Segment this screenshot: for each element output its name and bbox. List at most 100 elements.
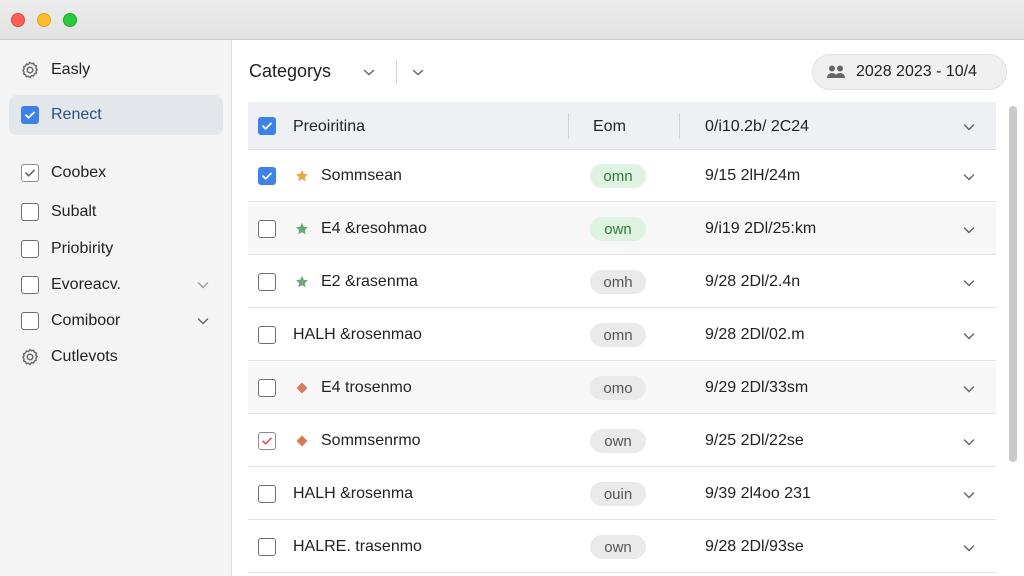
chevron-down-icon[interactable]: [961, 381, 977, 397]
minimize-window-button[interactable]: [37, 13, 51, 27]
row-date: 9/28 2Dl/2.4n: [705, 273, 801, 290]
row-checkbox[interactable]: [258, 167, 276, 185]
table-header-row: Preoiritina Eom 0/i10.2b/ 2C24: [248, 102, 996, 150]
close-window-button[interactable]: [11, 13, 25, 27]
chevron-down-icon[interactable]: [410, 64, 426, 80]
status-badge: omo: [590, 376, 646, 400]
sidebar-item-comiboor[interactable]: Comiboor: [9, 301, 223, 341]
zoom-window-button[interactable]: [63, 13, 77, 27]
row-name: E4 trosenmo: [321, 379, 412, 396]
row-date: 9/15 2lH/24m: [705, 167, 801, 184]
status-badge: ouin: [590, 482, 646, 506]
chevron-down-icon[interactable]: [961, 119, 977, 135]
chevron-down-icon[interactable]: [961, 275, 977, 291]
app-window: Easly Renect Coobex Subalt Priobirity Ev…: [0, 0, 1024, 576]
checkbox-checked-icon: [20, 105, 40, 125]
row-date: 9/25 2Dl/22se: [705, 432, 804, 449]
star-icon: [296, 276, 308, 288]
status-badge: omn: [590, 323, 646, 347]
column-header-type[interactable]: Eom: [593, 118, 626, 136]
sidebar-item-label: Evoreacv.: [51, 276, 121, 293]
status-badge: own: [590, 535, 646, 559]
select-all-checkbox[interactable]: [258, 117, 276, 135]
row-checkbox[interactable]: [258, 538, 276, 556]
table-row[interactable]: E4 trosenmo omo 9/29 2Dl/33sm: [248, 362, 996, 414]
title-bar: [0, 0, 1024, 40]
row-name: Sommsean: [321, 167, 402, 184]
sidebar-item-evoreacv[interactable]: Evoreacv.: [9, 265, 223, 305]
sidebar-item-label: Priobirity: [51, 240, 114, 257]
sidebar-item-label: Subalt: [51, 203, 97, 220]
chevron-down-icon[interactable]: [961, 487, 977, 503]
date-range-button[interactable]: 2028 2023 - 10/4: [812, 54, 1007, 90]
column-divider: [679, 113, 680, 139]
row-name: Sommsenrmo: [321, 432, 421, 449]
table-row[interactable]: E2 &rasenma omh 9/28 2Dl/2.4n: [248, 256, 996, 308]
chevron-down-icon[interactable]: [195, 277, 211, 293]
status-badge: own: [590, 217, 646, 241]
row-date: 9/28 2Dl/93se: [705, 538, 804, 555]
row-checkbox[interactable]: [258, 485, 276, 503]
row-name: HALH &rosenma: [293, 485, 414, 502]
sidebar-item-label: Easly: [51, 61, 91, 78]
checkbox-empty-icon: [20, 239, 40, 259]
row-date: 9/39 2l4oo 231: [705, 485, 811, 502]
toolbar-divider: [396, 60, 397, 84]
sidebar-item-easly[interactable]: Easly: [9, 50, 223, 90]
row-name: HALRE. trasenmo: [293, 538, 422, 555]
row-checkbox[interactable]: [258, 379, 276, 397]
table-row[interactable]: HALRE. trasenmo own 9/28 2Dl/93se: [248, 521, 996, 573]
people-icon: [827, 65, 845, 78]
main-panel: Categorys 2028 2023 - 10/4 Preoiritina E…: [233, 40, 1024, 576]
status-badge: omh: [590, 270, 646, 294]
column-divider: [568, 113, 569, 139]
gear-icon: [20, 347, 40, 367]
sidebar-item-coobex[interactable]: Coobex: [9, 153, 223, 193]
data-table: Preoiritina Eom 0/i10.2b/ 2C24 Sommsean …: [248, 102, 996, 576]
toolbar: Categorys 2028 2023 - 10/4: [233, 40, 1024, 102]
chevron-down-icon[interactable]: [195, 313, 211, 329]
row-name: E2 &rasenma: [321, 273, 418, 290]
star-icon: [296, 170, 308, 182]
chevron-down-icon[interactable]: [361, 64, 377, 80]
table-row[interactable]: HALH &rosenmao omn 9/28 2Dl/02.m: [248, 309, 996, 361]
sidebar-item-priobirity[interactable]: Priobirity: [9, 229, 223, 269]
column-header-date[interactable]: 0/i10.2b/ 2C24: [705, 118, 809, 136]
scrollbar-thumb[interactable]: [1009, 106, 1017, 462]
row-name: HALH &rosenmao: [293, 326, 422, 343]
table-row[interactable]: Sommsenrmo own 9/25 2Dl/22se: [248, 415, 996, 467]
chevron-down-icon[interactable]: [961, 222, 977, 238]
table-row[interactable]: HALH &rosenma ouin 9/39 2l4oo 231: [248, 468, 996, 520]
row-checkbox[interactable]: [258, 273, 276, 291]
status-badge: own: [590, 429, 646, 453]
row-checkbox[interactable]: [258, 220, 276, 238]
sidebar-item-label: Coobex: [51, 164, 107, 181]
table-row[interactable]: E4 &resohmao own 9/i19 2Dl/25:km: [248, 203, 996, 255]
sidebar-item-label: Cutlevots: [51, 348, 118, 365]
chevron-down-icon[interactable]: [961, 169, 977, 185]
sidebar-item-subalt[interactable]: Subalt: [9, 192, 223, 232]
checkbox-empty-icon: [20, 311, 40, 331]
row-date: 9/29 2Dl/33sm: [705, 379, 809, 396]
sidebar: Easly Renect Coobex Subalt Priobirity Ev…: [0, 40, 232, 576]
checkbox-empty-icon: [20, 202, 40, 222]
sidebar-item-label: Renect: [51, 106, 102, 123]
date-range-label: 2028 2023 - 10/4: [856, 63, 977, 80]
table-row[interactable]: Sommsean omn 9/15 2lH/24m: [248, 150, 996, 202]
row-date: 9/i19 2Dl/25:km: [705, 220, 817, 237]
sidebar-item-cutlevots[interactable]: Cutlevots: [9, 337, 223, 377]
sidebar-item-renect[interactable]: Renect: [9, 95, 223, 135]
gear-icon: [20, 60, 40, 80]
chevron-down-icon[interactable]: [961, 540, 977, 556]
sidebar-item-label: Comiboor: [51, 312, 121, 329]
diamond-icon: [296, 435, 308, 447]
diamond-icon: [296, 382, 308, 394]
row-checkbox[interactable]: [258, 326, 276, 344]
star-icon: [296, 223, 308, 235]
status-badge: omn: [590, 164, 646, 188]
row-checkbox[interactable]: [258, 432, 276, 450]
chevron-down-icon[interactable]: [961, 328, 977, 344]
column-header-name[interactable]: Preoiritina: [293, 118, 365, 136]
chevron-down-icon[interactable]: [961, 434, 977, 450]
row-name: E4 &resohmao: [321, 220, 427, 237]
